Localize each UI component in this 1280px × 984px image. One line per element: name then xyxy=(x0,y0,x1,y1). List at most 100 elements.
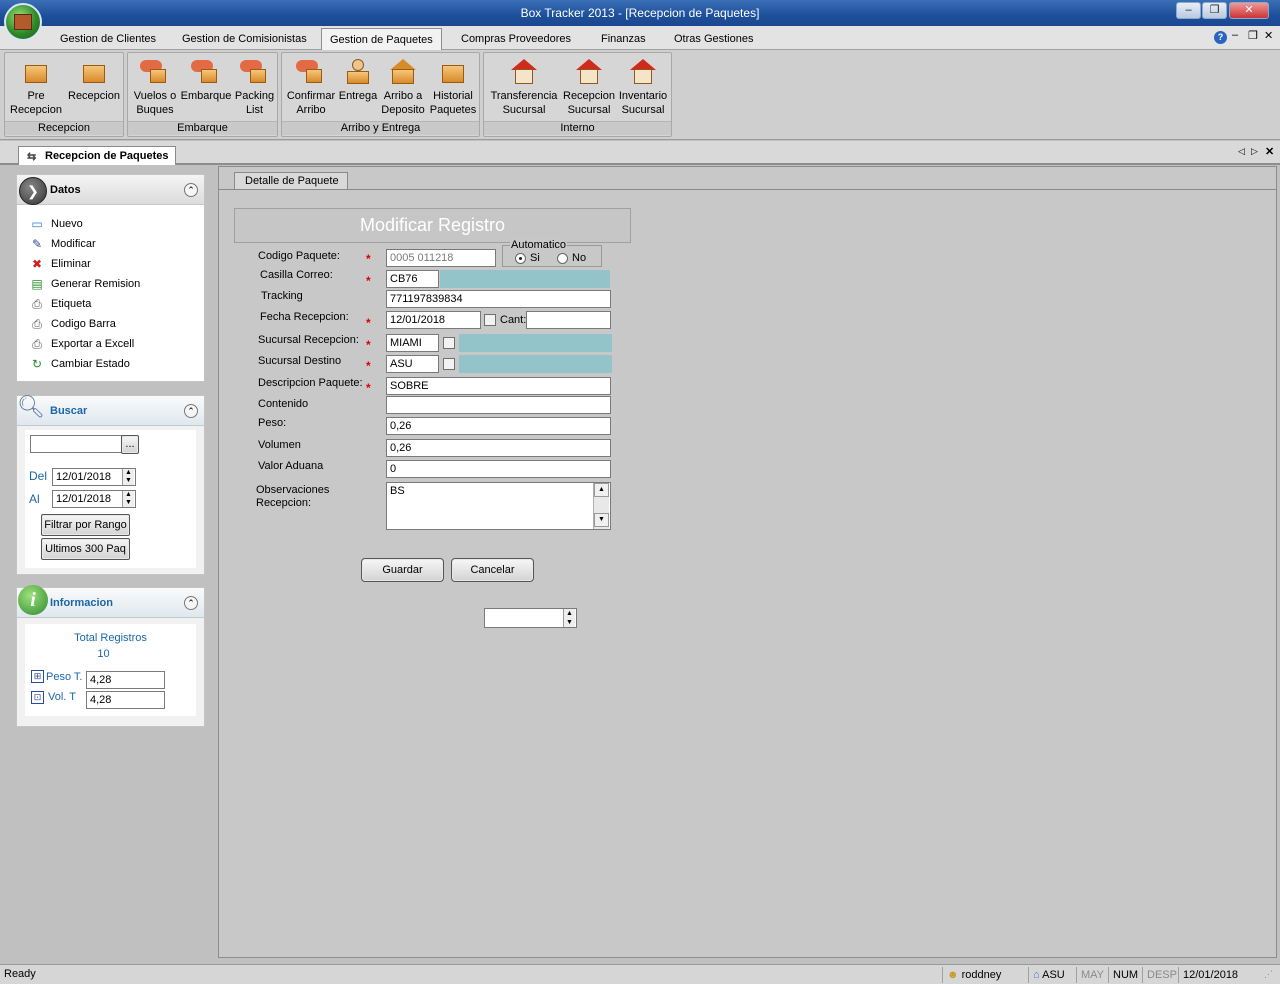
maximize-button[interactable]: ❐ xyxy=(1202,2,1227,19)
doc-tab-recepcion[interactable]: ⇆ Recepcion de Paquetes xyxy=(18,146,176,165)
inventario-sucursal-button[interactable]: Inventario Sucursal xyxy=(616,55,670,117)
tab-gestion-comisionistas[interactable]: Gestion de Comisionistas xyxy=(174,30,315,50)
minimize-button[interactable]: – xyxy=(1176,2,1201,19)
date-to-spinner[interactable]: ▲ ▼ xyxy=(122,491,134,507)
arribo-deposito-button[interactable]: Arribo a Deposito xyxy=(378,55,428,117)
pre-recepcion-button[interactable]: Pre Recepcion xyxy=(7,55,65,117)
tab-otras-gestiones[interactable]: Otras Gestiones xyxy=(666,30,761,50)
recepcion-sucursal-button[interactable]: Recepcion Sucursal xyxy=(562,55,616,117)
tab-detalle-paquete[interactable]: Detalle de Paquete xyxy=(234,172,348,190)
suc-recepcion-checkbox[interactable] xyxy=(443,337,455,349)
delivery-icon xyxy=(343,57,373,87)
weight-icon: ⊞ xyxy=(31,670,44,683)
peso-total-field[interactable]: 4,28 xyxy=(86,671,165,689)
app-menu-button[interactable] xyxy=(4,3,42,41)
combo-spinner[interactable]: ▲ ▼ xyxy=(563,609,575,627)
tab-close-icon[interactable]: ✕ xyxy=(1265,145,1274,158)
datos-item-etiqueta[interactable]: ⎙ Etiqueta xyxy=(29,297,91,315)
tab-scroll-right-icon[interactable]: ▷ xyxy=(1251,146,1258,157)
mdi-minimize-icon[interactable]: – xyxy=(1232,29,1238,41)
mdi-restore-icon[interactable]: ❐ xyxy=(1248,29,1258,42)
peso-field[interactable]: 0,26 xyxy=(386,417,611,435)
radio-no[interactable] xyxy=(557,253,568,264)
label-observaciones-2: Recepcion: xyxy=(256,497,312,509)
volumen-total-field[interactable]: 4,28 xyxy=(86,691,165,709)
descripcion-field[interactable]: SOBRE xyxy=(386,377,611,395)
status-branch: ⌂ ASU xyxy=(1028,967,1076,983)
datos-item-eliminar[interactable]: ✖ Eliminar xyxy=(29,257,91,275)
required-marker: * xyxy=(366,274,371,288)
datos-item-nuevo[interactable]: ▭ Nuevo xyxy=(29,217,82,235)
recepcion-button[interactable]: Recepcion xyxy=(65,55,123,103)
close-button[interactable]: ✕ xyxy=(1229,2,1269,19)
resize-grip-icon[interactable]: ⋰ xyxy=(1264,969,1276,981)
label-contenido: Contenido xyxy=(258,398,309,410)
title-bar: Box Tracker 2013 - [Recepcion de Paquete… xyxy=(0,0,1280,26)
datos-item-modificar[interactable]: ✎ Modificar xyxy=(29,237,96,255)
packing-list-button[interactable]: Packing List xyxy=(232,55,277,117)
vuelos-buques-button[interactable]: Vuelos o Buques xyxy=(130,55,180,117)
required-marker: * xyxy=(366,338,371,352)
cancelar-button[interactable]: Cancelar xyxy=(451,558,534,582)
radio-si[interactable] xyxy=(515,253,526,264)
datos-item-codigo-barra[interactable]: ⎙ Codigo Barra xyxy=(29,317,116,335)
contenido-field[interactable] xyxy=(386,396,611,414)
confirmar-arribo-button[interactable]: Confirmar Arribo xyxy=(284,55,338,117)
historial-paquetes-button[interactable]: Historial Paquetes xyxy=(428,55,478,117)
guardar-button[interactable]: Guardar xyxy=(361,558,444,582)
inventory-icon xyxy=(628,57,658,87)
codigo-paquete-field[interactable]: 0005 011218 xyxy=(386,249,496,267)
status-user: ☻ roddney xyxy=(942,967,1028,983)
datos-item-cambiar-estado[interactable]: ↻ Cambiar Estado xyxy=(29,357,130,375)
valor-aduana-field[interactable]: 0 xyxy=(386,460,611,478)
filtrar-rango-button[interactable]: Filtrar por Rango xyxy=(41,514,130,536)
label-tracking: Tracking xyxy=(261,290,303,302)
datos-item-exportar-excell[interactable]: ⎙ Exportar a Excell xyxy=(29,337,134,355)
collapse-informacion-button[interactable]: ⌃ xyxy=(184,596,198,610)
tab-gestion-clientes[interactable]: Gestion de Clientes xyxy=(52,30,164,50)
embarque-button[interactable]: Embarque xyxy=(180,55,232,103)
observaciones-scrollbar[interactable]: ▲ ▼ xyxy=(593,483,609,529)
cant-field[interactable] xyxy=(526,311,611,329)
label-observaciones: Observaciones xyxy=(256,484,330,496)
collapse-datos-button[interactable]: ⌃ xyxy=(184,183,198,197)
help-icon[interactable]: ? xyxy=(1214,31,1227,44)
group-label-embarque: Embarque xyxy=(128,121,277,135)
required-marker: * xyxy=(366,381,371,395)
search-input[interactable] xyxy=(30,435,122,453)
house-icon: ⌂ xyxy=(1033,969,1040,981)
casilla-correo-field[interactable]: CB76 xyxy=(386,270,439,288)
document-tab-strip: ⇆ Recepcion de Paquetes ◁ ▷ ✕ xyxy=(0,141,1280,165)
ribbon: Pre Recepcion Recepcion Recepcion Vuelos … xyxy=(0,50,1280,140)
datos-item-generar-remision[interactable]: ▤ Generar Remision xyxy=(29,277,140,295)
suc-recepcion-display xyxy=(459,334,612,352)
fecha-checkbox[interactable] xyxy=(484,314,496,326)
status-num: NUM xyxy=(1108,967,1142,983)
transferencia-sucursal-button[interactable]: Transferencia Sucursal xyxy=(486,55,562,117)
group-label-interno: Interno xyxy=(484,121,671,135)
tab-compras-proveedores[interactable]: Compras Proveedores xyxy=(453,30,579,50)
buscar-panel: 🔍︎ Buscar ⌃ ... Del 12/01/2018 ▲ ▼ Al 12/… xyxy=(16,394,205,575)
sucursal-destino-field[interactable]: ASU xyxy=(386,355,439,373)
fecha-recepcion-field[interactable]: 12/01/2018 xyxy=(386,311,481,329)
tracking-field[interactable]: 771197839834 xyxy=(386,290,611,308)
package-check-icon xyxy=(79,57,109,87)
label-suc-destino: Sucursal Destino xyxy=(258,355,342,367)
ultimos-300-button[interactable]: Ultimos 300 Paq xyxy=(41,538,130,560)
browse-button[interactable]: ... xyxy=(121,435,139,454)
suc-destino-checkbox[interactable] xyxy=(443,358,455,370)
date-from-spinner[interactable]: ▲ ▼ xyxy=(122,469,134,485)
volumen-field[interactable]: 0,26 xyxy=(386,439,611,457)
tab-scroll-left-icon[interactable]: ◁ xyxy=(1238,146,1245,157)
printer-icon: ⎙ xyxy=(32,317,42,331)
collapse-buscar-button[interactable]: ⌃ xyxy=(184,404,198,418)
sucursal-recepcion-field[interactable]: MIAMI xyxy=(386,334,439,352)
tab-gestion-paquetes[interactable]: Gestion de Paquetes xyxy=(321,28,442,51)
entrega-button[interactable]: Entrega xyxy=(338,55,378,103)
printer-icon: ⎙ xyxy=(32,337,42,351)
flight-icon xyxy=(140,57,170,87)
observaciones-field[interactable]: BS xyxy=(386,482,611,530)
tab-finanzas[interactable]: Finanzas xyxy=(593,30,654,50)
transfer-icon xyxy=(509,57,539,87)
mdi-close-icon[interactable]: ✕ xyxy=(1264,29,1273,42)
